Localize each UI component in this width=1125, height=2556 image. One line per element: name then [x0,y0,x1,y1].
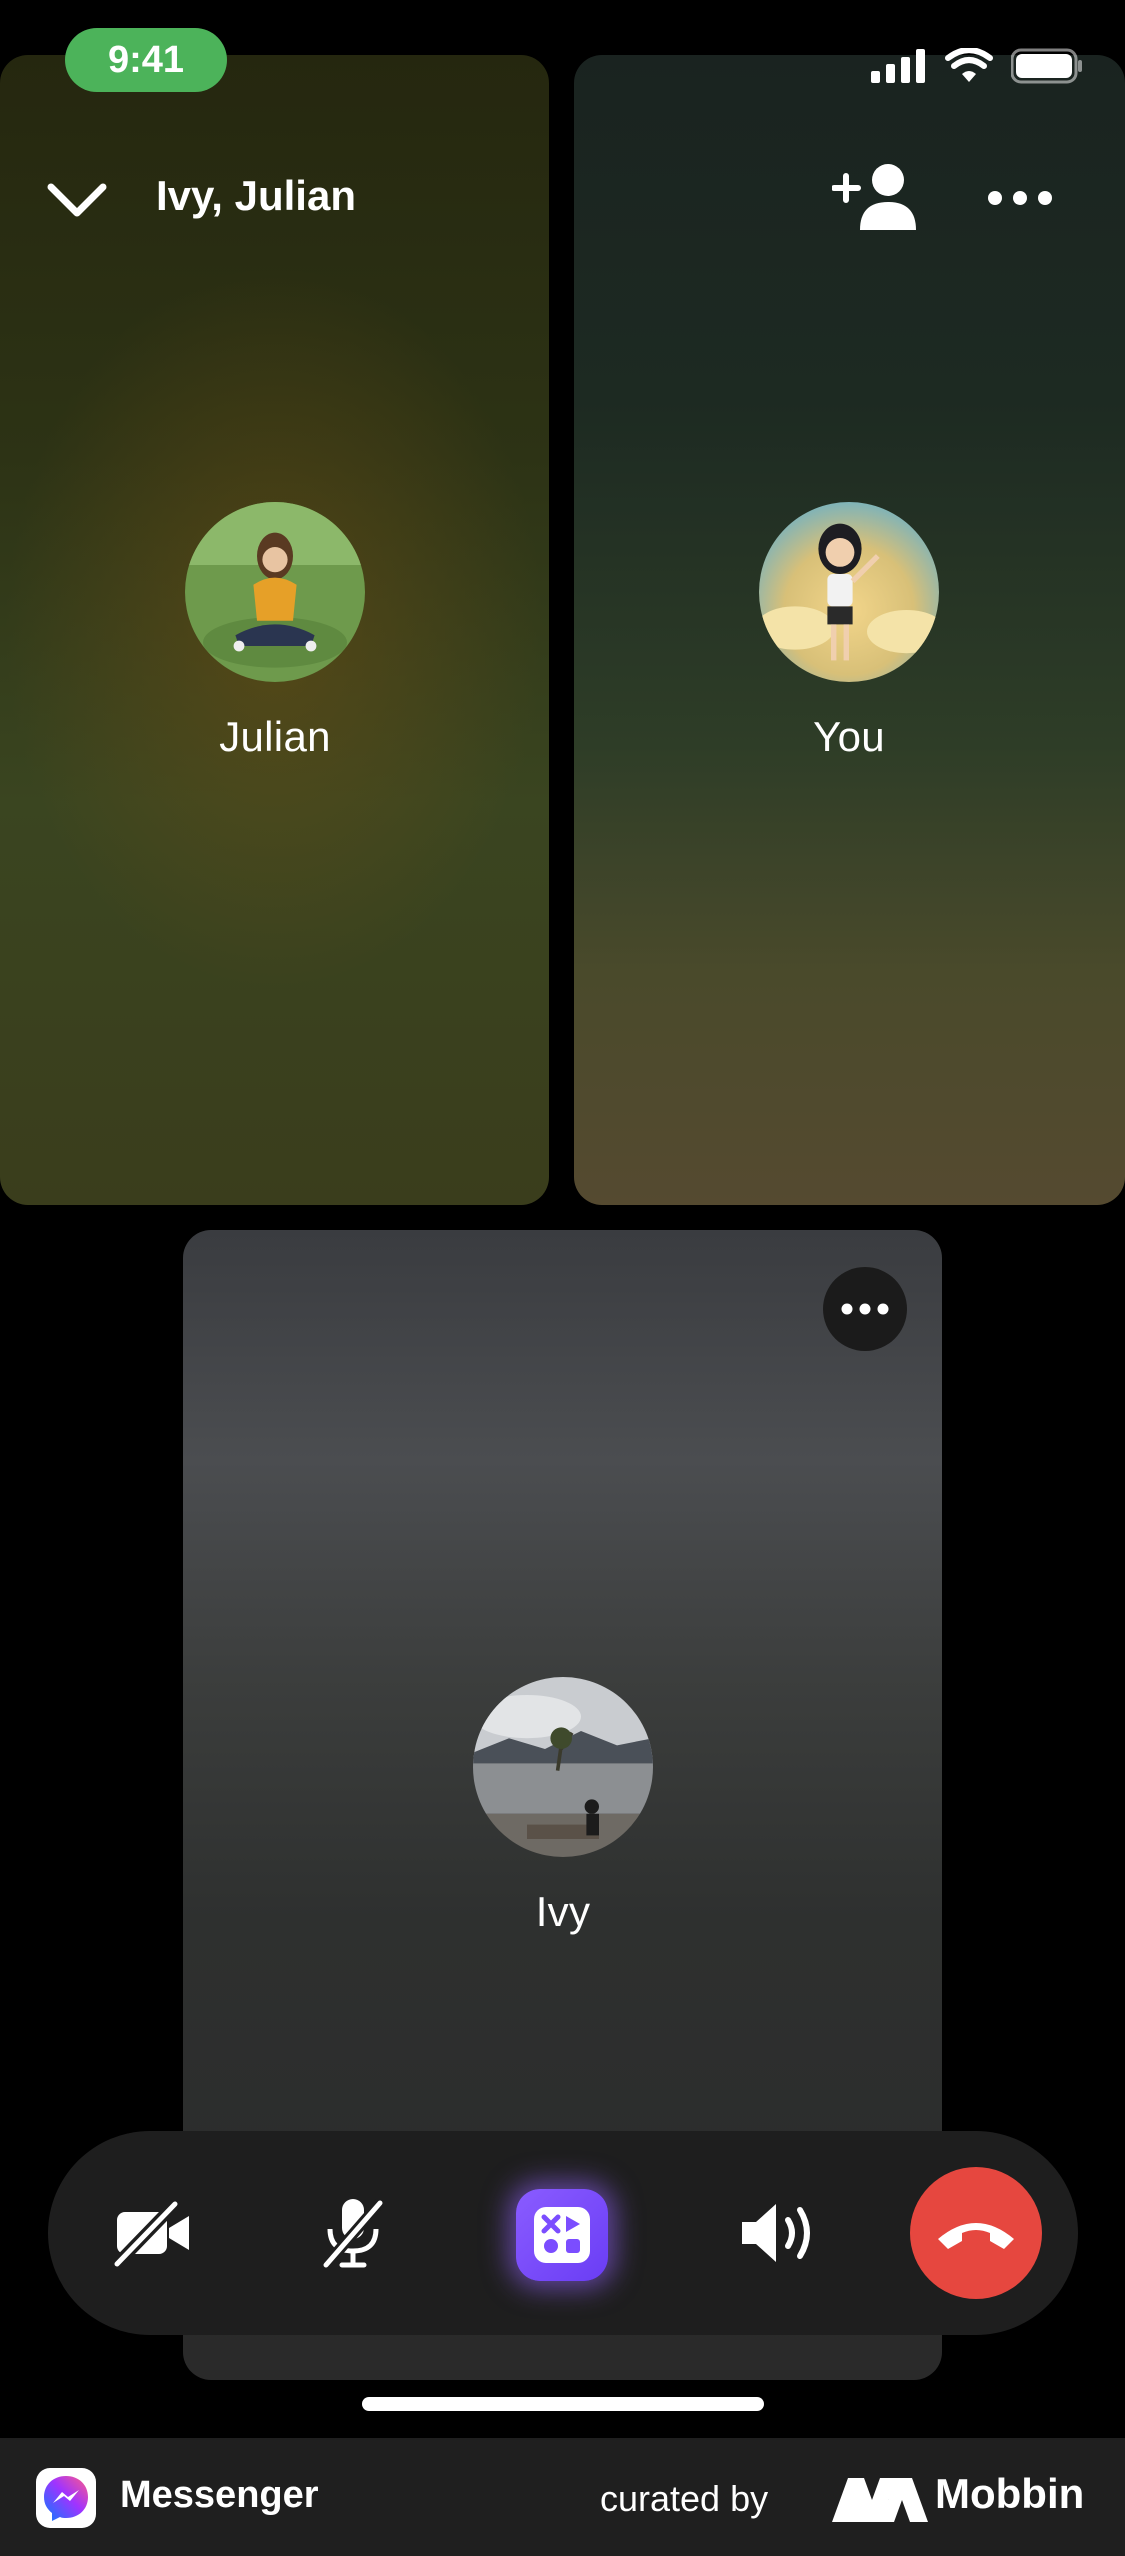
footer-bar: Messenger curated by Mobbin [0,2438,1125,2556]
participant-name: Julian [219,713,331,760]
wifi-icon [945,48,993,82]
participant-name: Ivy [535,1888,591,1935]
messenger-icon [44,2476,88,2521]
minimize-chevron-icon[interactable] [45,175,109,223]
footer-brand: Mobbin [935,2470,1085,2517]
end-call-icon [938,2223,1014,2249]
mobbin-logo-icon [832,2478,928,2522]
cellular-signal-icon [871,49,925,83]
status-indicators [871,48,1083,84]
speaker-button[interactable] [728,2183,828,2283]
avatar-julian [185,502,365,682]
more-options-icon[interactable] [985,180,1055,216]
home-indicator[interactable] [362,2397,764,2411]
participant-tile-julian[interactable]: Julian [0,55,549,1205]
status-time: 9:41 [65,28,227,92]
speaker-icon [742,2204,810,2262]
participant-more-button[interactable] [823,1267,907,1351]
call-title: Ivy, Julian [156,172,356,219]
mute-button[interactable] [303,2183,403,2283]
avatar-ivy [473,1677,653,1857]
camera-off-icon [112,2199,189,2268]
messenger-logo [36,2468,96,2528]
effects-icon [534,2207,590,2263]
avatar-you [759,502,939,682]
footer-app-name: Messenger [120,2474,319,2516]
add-person-icon[interactable] [832,158,918,232]
participant-name: You [813,713,885,760]
effects-button[interactable] [516,2189,608,2281]
battery-icon [1011,48,1082,84]
more-options-icon [841,1303,889,1315]
camera-toggle-button[interactable] [103,2183,203,2283]
footer-curated-label: curated by [600,2478,769,2519]
end-call-button[interactable] [910,2167,1042,2299]
microphone-off-icon [321,2199,385,2269]
call-controls-bar [48,2131,1078,2335]
